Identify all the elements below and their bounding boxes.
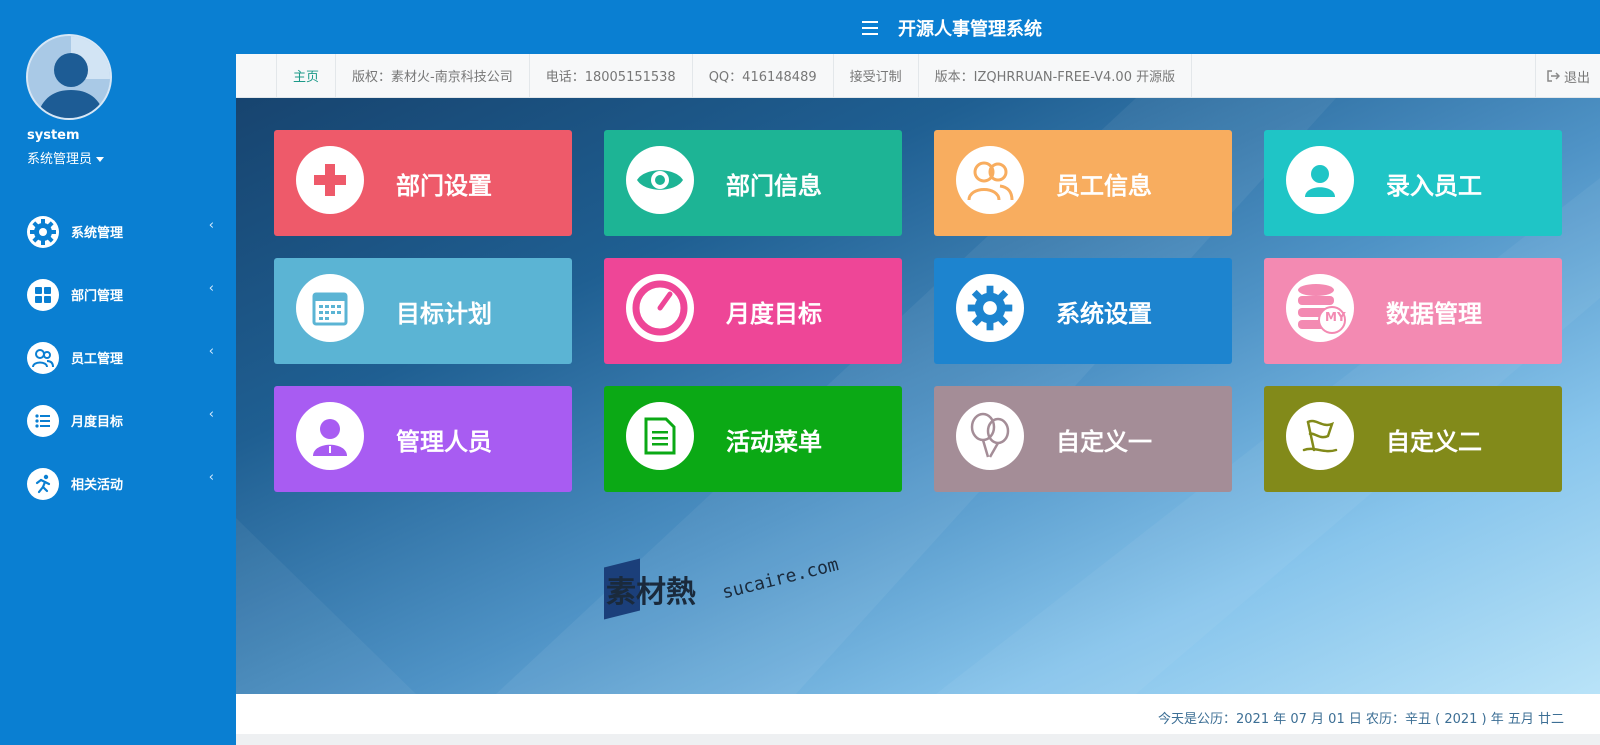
sidebar-item-system[interactable]: 系统管理 ‹ [0, 200, 236, 263]
footer: 今天是公历：2021 年 07 月 01 日 农历：辛丑 ( 2021 ) 年 … [236, 694, 1600, 734]
users-icon [956, 146, 1024, 214]
database-icon: MY [1286, 274, 1354, 342]
tile-label: 月度目标 [726, 300, 822, 328]
document-icon [626, 402, 694, 470]
tile-custom-two[interactable]: 自定义二 [1264, 386, 1562, 492]
sidebar-item-label: 月度目标 [71, 415, 124, 430]
user-role-dropdown[interactable]: 系统管理员 [27, 148, 104, 167]
logout-icon [1547, 70, 1560, 82]
watermark-cn-text: 素材熱 [606, 575, 696, 610]
tile-department-settings[interactable]: 部门设置 [274, 130, 572, 236]
chevron-left-icon: ‹ [208, 281, 214, 296]
gauge-icon [626, 274, 694, 342]
date-text: 今天是公历：2021 年 07 月 01 日 农历：辛丑 ( 2021 ) 年 … [1158, 712, 1564, 727]
version-text: 版本：IZQHRRUAN-FREE-V4.00 开源版 [919, 53, 1193, 98]
tile-monthly-goal[interactable]: 月度目标 [604, 258, 902, 364]
logout-label: 退出 [1563, 70, 1590, 86]
eye-icon [626, 146, 694, 214]
sidebar-item-label: 相关活动 [71, 478, 124, 493]
bottom-strip [236, 734, 1600, 745]
tile-label: 部门信息 [726, 172, 822, 200]
database-badge-text: MY [1325, 310, 1346, 324]
tile-activity-menu[interactable]: 活动菜单 [604, 386, 902, 492]
grid-icon [27, 278, 59, 311]
tile-label: 部门设置 [396, 172, 492, 200]
home-link[interactable]: 主页 [276, 53, 337, 98]
balloon-icon [956, 402, 1024, 470]
tile-label: 管理人员 [396, 428, 492, 456]
users-icon [27, 341, 59, 374]
sidebar-item-department[interactable]: 部门管理 ‹ [0, 263, 236, 326]
sidebar-item-label: 系统管理 [71, 226, 124, 241]
list-icon [27, 404, 59, 437]
chevron-left-icon: ‹ [208, 407, 214, 422]
user-name: system [27, 128, 80, 143]
flag-icon [1286, 402, 1354, 470]
user-icon [1286, 146, 1354, 214]
tile-custom-one[interactable]: 自定义一 [934, 386, 1232, 492]
plus-icon [296, 146, 364, 214]
tile-add-employee[interactable]: 录入员工 [1264, 130, 1562, 236]
manager-icon [296, 402, 364, 470]
tile-label: 录入员工 [1386, 172, 1482, 200]
tile-label: 自定义二 [1386, 428, 1482, 456]
tile-goal-plan[interactable]: 目标计划 [274, 258, 572, 364]
dashboard-area: 部门设置 部门信息 员工信息 录入员工 目标计划 月度目标 系统设置 MY 数据… [236, 98, 1600, 694]
tile-data-management[interactable]: MY 数据管理 [1264, 258, 1562, 364]
gear-icon [27, 215, 59, 248]
custom-order-text: 接受订制 [834, 53, 919, 98]
tile-department-info[interactable]: 部门信息 [604, 130, 902, 236]
phone-text: 电话：18005151538 [530, 53, 693, 98]
top-header: 开源人事管理系统 [236, 0, 1600, 54]
tile-employee-info[interactable]: 员工信息 [934, 130, 1232, 236]
tile-system-settings[interactable]: 系统设置 [934, 258, 1232, 364]
copyright-text: 版权：素材火-南京科技公司 [336, 53, 530, 98]
sidebar-menu: 系统管理 ‹ 部门管理 ‹ 员工管理 ‹ 月度目标 ‹ 相关活动 ‹ [0, 200, 236, 515]
tile-label: 目标计划 [396, 300, 492, 328]
menu-toggle-icon[interactable] [862, 21, 878, 35]
sidebar-item-activities[interactable]: 相关活动 ‹ [0, 452, 236, 515]
tile-managers[interactable]: 管理人员 [274, 386, 572, 492]
qq-text: QQ：416148489 [693, 53, 834, 98]
sidebar-item-label: 员工管理 [71, 352, 124, 367]
sidebar-item-label: 部门管理 [71, 289, 124, 304]
chevron-left-icon: ‹ [208, 344, 214, 359]
tile-label: 活动菜单 [726, 428, 822, 456]
app-title: 开源人事管理系统 [898, 19, 1042, 40]
info-bar: 主页 版权：素材火-南京科技公司 电话：18005151538 QQ：41614… [236, 53, 1600, 98]
gear-icon [956, 274, 1024, 342]
tile-label: 数据管理 [1386, 300, 1482, 328]
chevron-left-icon: ‹ [208, 470, 214, 485]
tile-label: 员工信息 [1056, 172, 1152, 200]
runner-icon [27, 467, 59, 500]
logout-button[interactable]: 退出 [1534, 54, 1600, 98]
tile-label: 系统设置 [1056, 300, 1152, 328]
tile-label: 自定义一 [1056, 428, 1152, 456]
calendar-icon [296, 274, 364, 342]
chevron-left-icon: ‹ [208, 218, 214, 233]
user-avatar[interactable] [26, 34, 112, 120]
sidebar: system 系统管理员 系统管理 ‹ 部门管理 ‹ 员工管理 ‹ 月度目标 ‹… [0, 0, 236, 745]
sidebar-item-employee[interactable]: 员工管理 ‹ [0, 326, 236, 389]
sidebar-item-monthly-goal[interactable]: 月度目标 ‹ [0, 389, 236, 452]
